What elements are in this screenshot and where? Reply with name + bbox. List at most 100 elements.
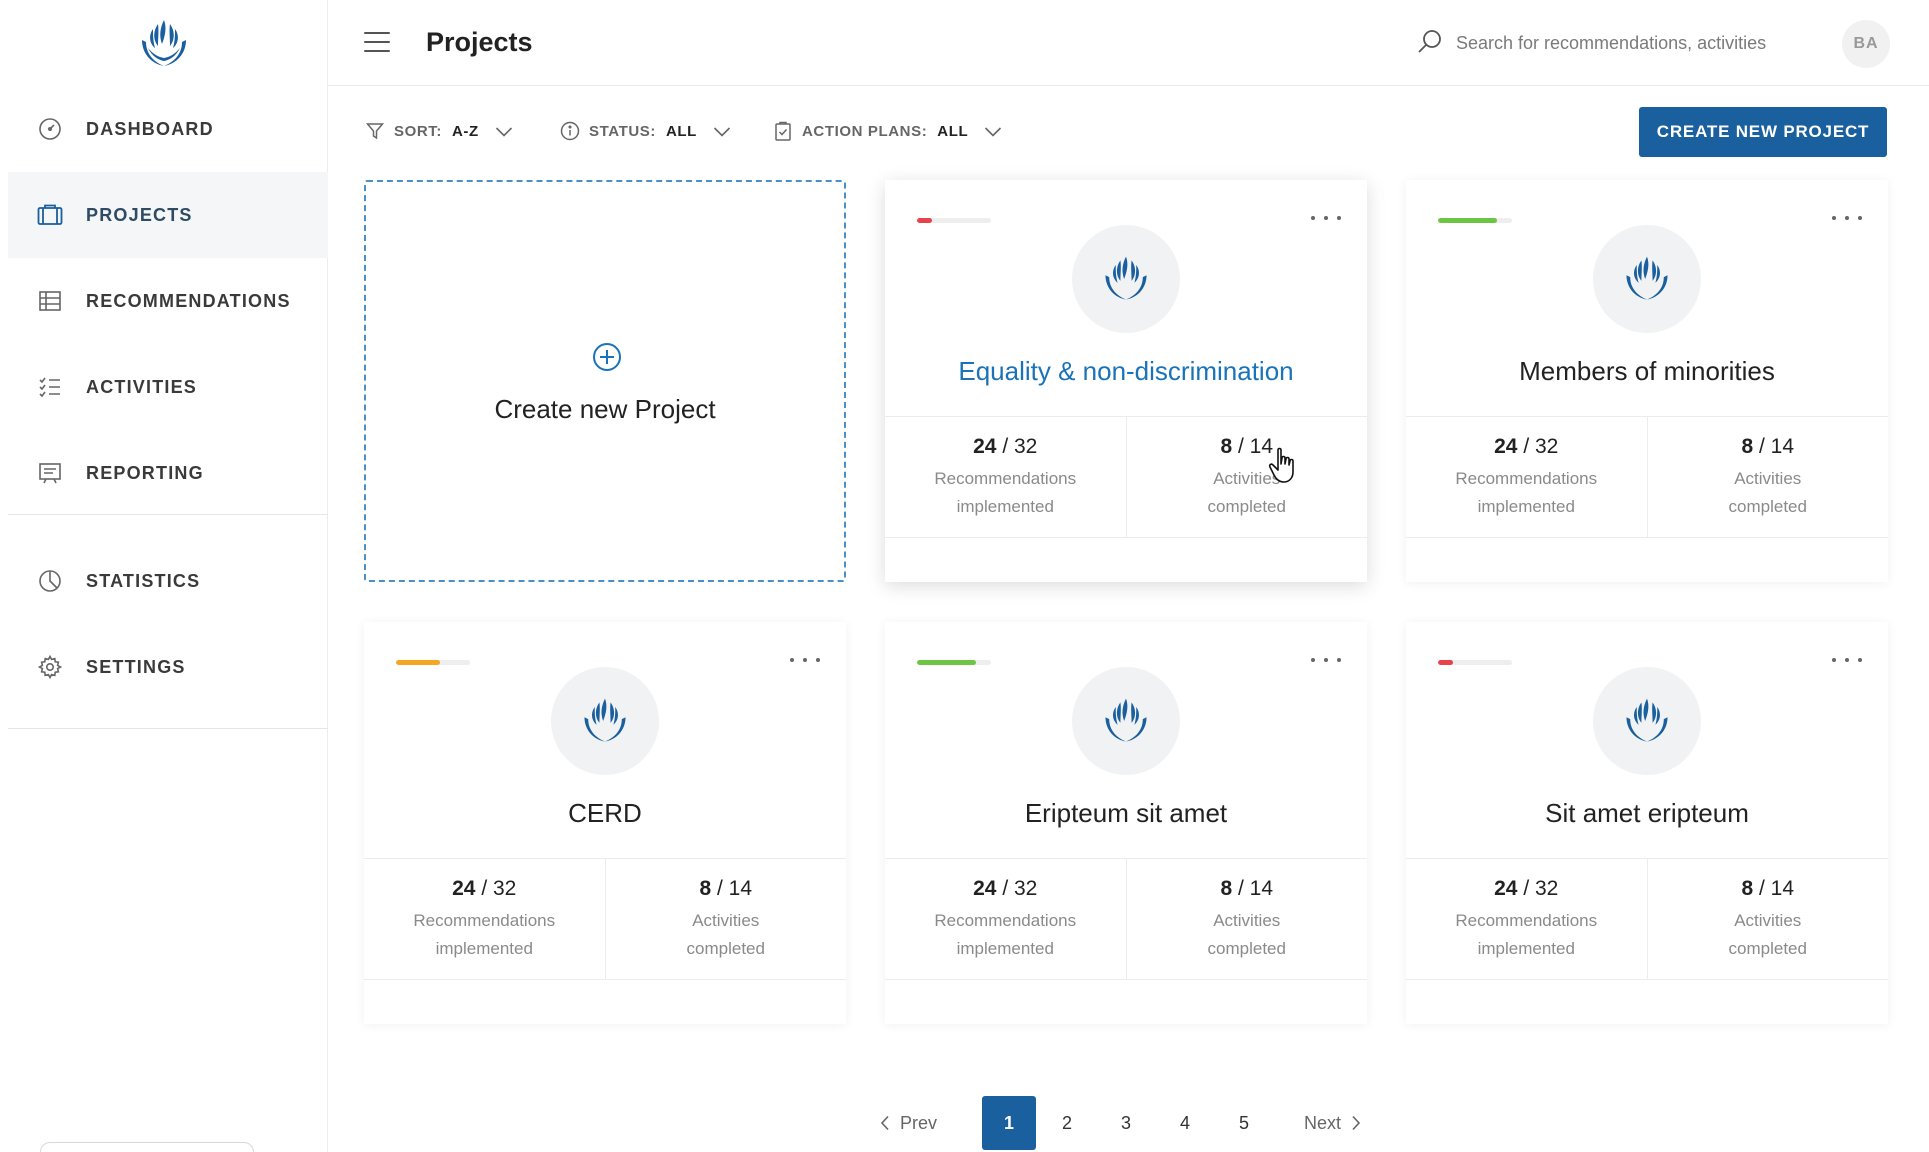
checklist-icon xyxy=(36,373,64,401)
action-plans-label: ACTION PLANS: xyxy=(802,122,928,140)
sidebar-item-label: REPORTING xyxy=(86,462,204,483)
project-progress-fill xyxy=(1438,660,1453,665)
more-options-icon[interactable] xyxy=(1832,208,1862,228)
action-plans-filter[interactable]: ACTION PLANS: ALL xyxy=(772,118,1002,144)
sidebar-item-activities[interactable]: ACTIVITIES xyxy=(8,344,328,430)
pie-chart-icon xyxy=(36,567,64,595)
more-options-icon[interactable] xyxy=(1832,650,1862,670)
recommendations-caption: Recommendations implemented xyxy=(1455,469,1598,516)
pagination-next-label: Next xyxy=(1304,1112,1342,1133)
more-options-icon[interactable] xyxy=(1311,650,1341,670)
pagination-page-4[interactable]: 4 xyxy=(1158,1096,1212,1150)
pagination-prev[interactable]: Prev xyxy=(880,1110,937,1136)
activities-caption: Activities completed xyxy=(1207,469,1286,516)
sidebar-bottom-toggle[interactable] xyxy=(40,1142,254,1152)
activities-caption: Activities completed xyxy=(1728,469,1807,516)
recommendations-count: 24 / 32 xyxy=(1494,435,1559,458)
sidebar-item-dashboard[interactable]: DASHBOARD xyxy=(8,86,328,172)
sort-filter[interactable]: SORT: A-Z xyxy=(364,118,513,144)
recommendations-stat: 24 / 32 Recommendations implemented xyxy=(1406,859,1647,979)
project-emblem-icon xyxy=(1072,667,1180,775)
chevron-left-icon xyxy=(880,1115,890,1131)
project-stats: 24 / 32 Recommendations implemented 8 / 14 A… xyxy=(885,416,1367,538)
project-card[interactable]: Eripteum sit amet 24 / 32 Recommendations i… xyxy=(885,622,1367,1024)
top-bar: Projects BA xyxy=(328,0,1929,86)
table-icon xyxy=(36,287,64,315)
recommendations-count: 24 / 32 xyxy=(973,877,1038,900)
project-stats: 24 / 32 Recommendations implemented 8 / 14 A… xyxy=(1406,858,1888,980)
un-emblem-logo[interactable] xyxy=(134,14,194,74)
pagination-next[interactable]: Next xyxy=(1304,1110,1361,1136)
activities-stat: 8 / 14 Activities completed xyxy=(604,859,847,979)
funnel-icon xyxy=(364,120,386,142)
more-options-icon[interactable] xyxy=(1311,208,1341,228)
sidebar-item-reporting[interactable]: REPORTING xyxy=(8,430,328,516)
info-icon xyxy=(559,120,581,142)
project-progress-fill xyxy=(917,660,977,665)
clipboard-check-icon xyxy=(772,120,794,142)
report-icon xyxy=(36,459,64,487)
pagination-prev-label: Prev xyxy=(900,1112,938,1133)
action-plans-value: ALL xyxy=(937,122,969,140)
activities-caption: Activities completed xyxy=(1207,911,1286,958)
activities-count: 8 / 14 xyxy=(699,877,753,900)
project-card[interactable]: Equality & non-discrimination 24 / 32 Reco… xyxy=(885,180,1367,582)
sidebar-divider xyxy=(8,728,328,729)
search-icon[interactable] xyxy=(1416,28,1444,56)
activities-count: 8 / 14 xyxy=(1220,877,1274,900)
recommendations-stat: 24 / 32 Recommendations implemented xyxy=(364,859,605,979)
recommendations-count: 24 / 32 xyxy=(1494,877,1559,900)
dashboard-gauge-icon xyxy=(36,115,64,143)
activities-caption: Activities completed xyxy=(1728,911,1807,958)
sidebar-item-settings[interactable]: SETTINGS xyxy=(8,624,328,710)
sidebar-item-statistics[interactable]: STATISTICS xyxy=(8,538,328,624)
pagination-page-1[interactable]: 1 xyxy=(982,1096,1036,1150)
sidebar-item-label: ACTIVITIES xyxy=(86,376,198,397)
user-avatar[interactable]: BA xyxy=(1842,20,1890,68)
project-card[interactable]: Sit amet eripteum 24 / 32 Recommendations i… xyxy=(1406,622,1888,1024)
pagination-page-5[interactable]: 5 xyxy=(1217,1096,1271,1150)
sidebar-item-projects[interactable]: PROJECTS xyxy=(8,172,328,258)
search-input[interactable] xyxy=(1456,26,1796,60)
chevron-down-icon xyxy=(495,125,513,137)
recommendations-caption: Recommendations implemented xyxy=(934,469,1077,516)
create-new-project-button[interactable]: CREATE NEW PROJECT xyxy=(1639,107,1887,157)
sidebar-item-recommendations[interactable]: RECOMMENDATIONS xyxy=(8,258,328,344)
project-card[interactable]: CERD 24 / 32 Recommendations implemented 8 /… xyxy=(364,622,846,1024)
more-options-icon[interactable] xyxy=(790,650,820,670)
activities-stat: 8 / 14 Activities completed xyxy=(1125,417,1368,537)
create-new-project-card[interactable]: Create new Project xyxy=(364,180,846,582)
page-title: Projects xyxy=(426,27,533,57)
project-name[interactable]: Members of minorities xyxy=(1406,356,1888,387)
briefcase-icon xyxy=(36,201,64,229)
activities-count: 8 / 14 xyxy=(1741,435,1795,458)
recommendations-caption: Recommendations implemented xyxy=(934,911,1077,958)
sidebar-item-label: RECOMMENDATIONS xyxy=(86,290,291,311)
project-progress-bar xyxy=(1438,660,1512,665)
recommendations-caption: Recommendations implemented xyxy=(413,911,556,958)
project-stats: 24 / 32 Recommendations implemented 8 / 14 A… xyxy=(885,858,1367,980)
chevron-down-icon xyxy=(713,125,731,137)
pagination-page-3[interactable]: 3 xyxy=(1099,1096,1153,1150)
project-card[interactable]: Members of minorities 24 / 32 Recommendati… xyxy=(1406,180,1888,582)
project-progress-fill xyxy=(396,660,441,665)
project-name[interactable]: Eripteum sit amet xyxy=(885,798,1367,829)
pagination-page-2[interactable]: 2 xyxy=(1040,1096,1094,1150)
sort-value: A-Z xyxy=(452,122,479,140)
activities-stat: 8 / 14 Activities completed xyxy=(1646,859,1889,979)
project-stats: 24 / 32 Recommendations implemented 8 / 14 A… xyxy=(364,858,846,980)
project-name[interactable]: Sit amet eripteum xyxy=(1406,798,1888,829)
project-name[interactable]: CERD xyxy=(364,798,846,829)
recommendations-count: 24 / 32 xyxy=(452,877,517,900)
sidebar-item-label: DASHBOARD xyxy=(86,118,214,139)
activities-stat: 8 / 14 Activities completed xyxy=(1125,859,1368,979)
status-filter[interactable]: STATUS: ALL xyxy=(559,118,731,144)
hamburger-menu-icon[interactable] xyxy=(364,32,390,54)
project-progress-bar xyxy=(917,660,991,665)
sidebar-divider xyxy=(8,514,328,515)
activities-count: 8 / 14 xyxy=(1220,435,1274,458)
project-name[interactable]: Equality & non-discrimination xyxy=(885,356,1367,387)
recommendations-caption: Recommendations implemented xyxy=(1455,911,1598,958)
project-stats: 24 / 32 Recommendations implemented 8 / 14 A… xyxy=(1406,416,1888,538)
recommendations-count: 24 / 32 xyxy=(973,435,1038,458)
